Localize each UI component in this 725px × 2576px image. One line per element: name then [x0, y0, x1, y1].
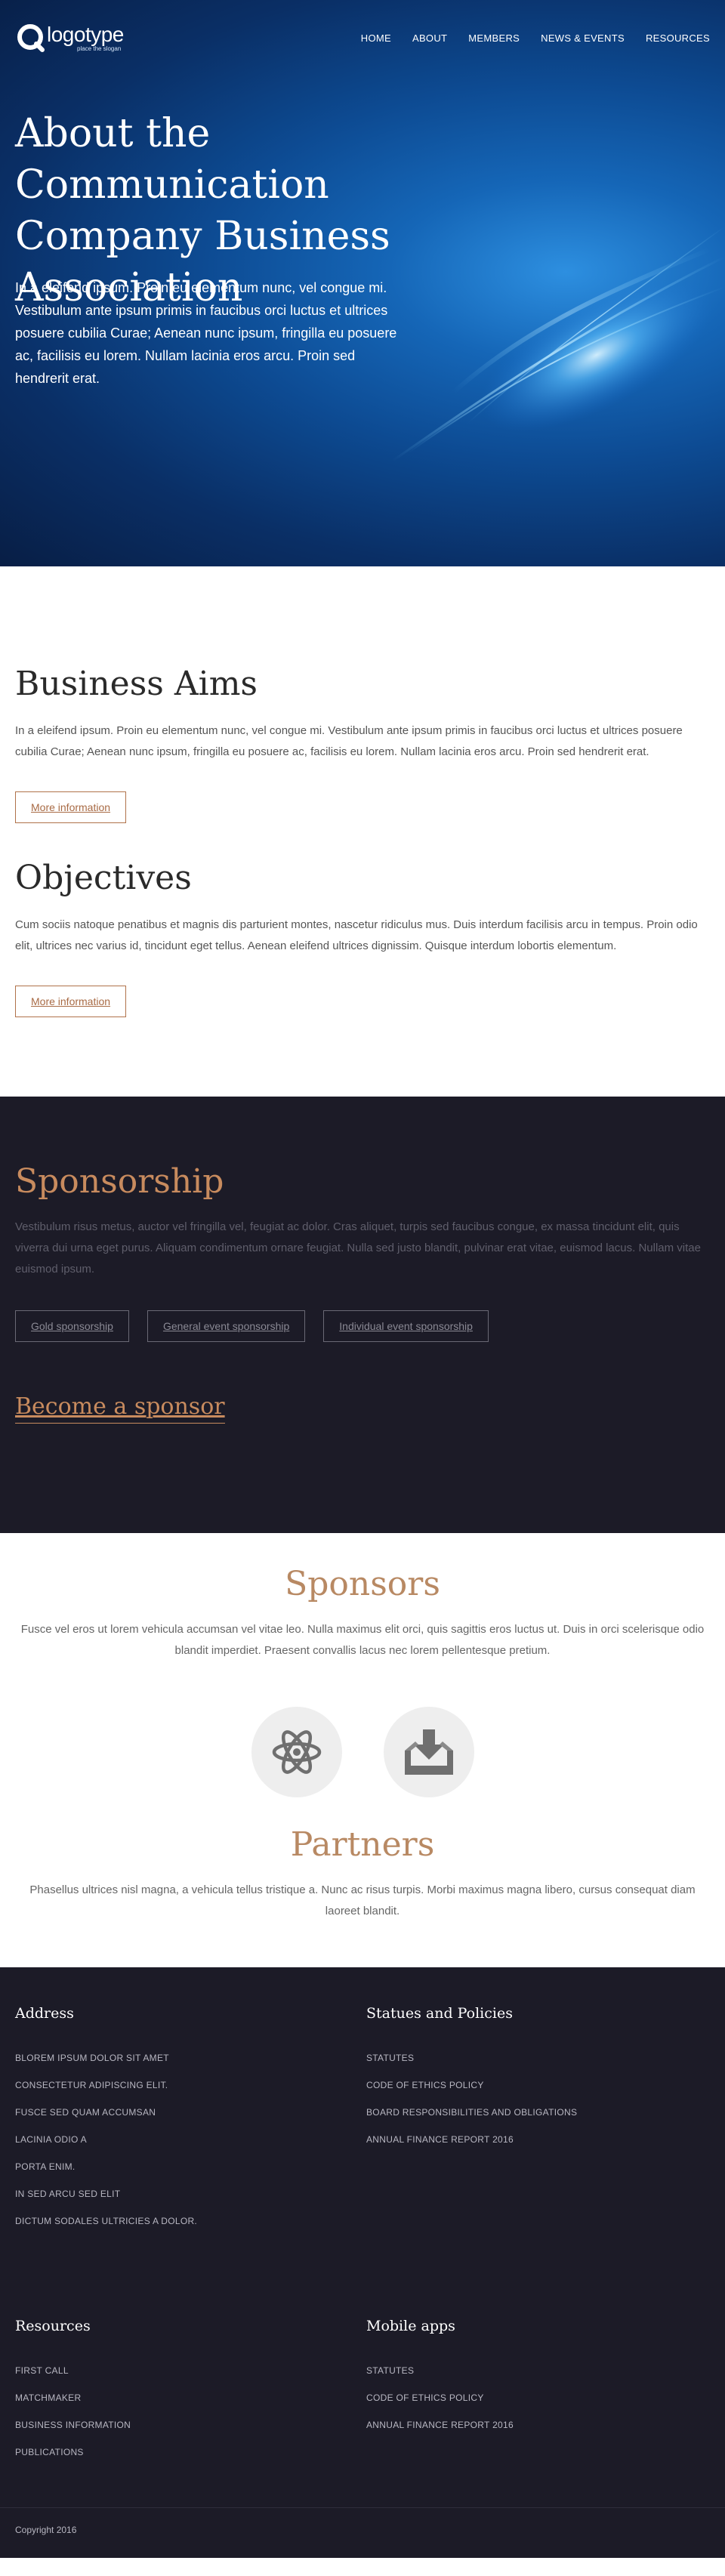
sponsorship-options: Gold sponsorship General event sponsorsh…	[15, 1310, 710, 1342]
sponsor-logo-atom[interactable]	[251, 1707, 342, 1797]
sponsors-heading: Sponsors	[285, 1565, 440, 1603]
sponsor-logo-download[interactable]	[383, 1707, 474, 1797]
logo-wordmark: logotype	[47, 22, 124, 46]
footer-statutes-heading: Statues and Policies	[366, 2005, 513, 2022]
business-aims-heading: Business Aims	[15, 665, 258, 703]
footer-mobile-heading: Mobile apps	[366, 2318, 455, 2334]
gold-sponsorship-button[interactable]: Gold sponsorship	[15, 1310, 129, 1342]
become-sponsor-link[interactable]: Become a sponsor	[15, 1393, 225, 1424]
footer-statutes: Statues and Policies STATUTES CODE OF ET…	[366, 2005, 710, 2235]
aims-more-info-button[interactable]: More information	[15, 791, 127, 823]
footer-address-heading: Address	[15, 2005, 74, 2022]
footer-resources: Resources FIRST CALL MATCHMAKER BUSINESS…	[15, 2318, 366, 2466]
hero-intro-text: In a eleifend ipsum. Proin eu elementum …	[15, 280, 397, 386]
business-aims-text: In a eleifend ipsum. Proin eu elementum …	[15, 724, 683, 758]
sponsorship-section: Sponsorship Vestibulum risus metus, auct…	[0, 1097, 725, 1533]
footer-link-matchmaker[interactable]: MATCHMAKER	[15, 2384, 366, 2411]
partners-heading: Partners	[290, 1825, 435, 1864]
individual-event-sponsorship-button[interactable]: Individual event sponsorship	[323, 1310, 489, 1342]
objectives-block: Objectives Cum sociis natoque penatibus …	[15, 857, 710, 1017]
objectives-text: Cum sociis natoque penatibus et magnis d…	[15, 918, 698, 952]
footer-mobile-apps: Mobile apps STATUTES CODE OF ETHICS POLI…	[366, 2318, 710, 2466]
footer-link-finance-report[interactable]: ANNUAL FINANCE REPORT 2016	[366, 2126, 710, 2153]
footer-address: Address BLOREM IPSUM DOLOR SIT AMET CONS…	[15, 2005, 366, 2235]
nav-item-news-events[interactable]: NEWS & EVENTS	[541, 32, 625, 44]
footer-link-statutes[interactable]: STATUTES	[366, 2044, 710, 2072]
address-line: PORTA ENIM.	[15, 2161, 76, 2172]
general-event-sponsorship-button[interactable]: General event sponsorship	[147, 1310, 306, 1342]
main-menu: HOME ABOUT MEMBERS NEWS & EVENTS RESOURC…	[361, 32, 710, 44]
download-tray-icon	[404, 1729, 453, 1775]
partners-text: Phasellus ultrices nisl magna, a vehicul…	[29, 1883, 696, 1917]
nav-item-home[interactable]: HOME	[361, 32, 391, 44]
footer-row-top: Address BLOREM IPSUM DOLOR SIT AMET CONS…	[15, 2005, 710, 2235]
logo-mark-icon	[17, 24, 45, 52]
address-line: LACINIA ODIO A	[15, 2134, 87, 2145]
footer-link-first-call[interactable]: FIRST CALL	[15, 2357, 366, 2384]
aims-section: Business Aims In a eleifend ipsum. Proin…	[0, 566, 725, 1097]
sponsors-section: Sponsors Fusce vel eros ut lorem vehicul…	[0, 1533, 725, 1967]
top-navigation: logotype place the slogan HOME ABOUT MEM…	[0, 0, 725, 76]
objectives-more-info-button[interactable]: More information	[15, 986, 127, 1017]
address-line: CONSECTETUR ADIPISCING ELIT.	[15, 2080, 168, 2090]
footer-link-board-responsibilities[interactable]: BOARD RESPONSIBILITIES AND OBLIGATIONS	[366, 2099, 710, 2126]
atom-icon	[272, 1730, 321, 1774]
footer-link-finance-report-mobile[interactable]: ANNUAL FINANCE REPORT 2016	[366, 2411, 710, 2439]
hero-section: logotype place the slogan HOME ABOUT MEM…	[0, 0, 725, 566]
address-line: DICTUM SODALES ULTRICIES A DOLOR.	[15, 2216, 198, 2226]
footer-link-publications[interactable]: PUBLICATIONS	[15, 2439, 366, 2466]
address-line: BLOREM IPSUM DOLOR SIT AMET	[15, 2053, 169, 2063]
sponsors-text: Fusce vel eros ut lorem vehicula accumsa…	[20, 1623, 705, 1657]
nav-item-about[interactable]: ABOUT	[412, 32, 447, 44]
sponsor-logos	[15, 1707, 710, 1797]
logo-slogan: place the slogan	[77, 45, 122, 52]
nav-item-resources[interactable]: RESOURCES	[646, 32, 710, 44]
footer-link-business-information[interactable]: BUSINESS INFORMATION	[15, 2411, 366, 2439]
address-line: IN SED ARCU SED ELIT	[15, 2189, 121, 2199]
objectives-heading: Objectives	[15, 859, 192, 897]
site-footer: Address BLOREM IPSUM DOLOR SIT AMET CONS…	[0, 1967, 725, 2558]
footer-resources-heading: Resources	[15, 2318, 91, 2334]
footer-link-ethics-policy-mobile[interactable]: CODE OF ETHICS POLICY	[366, 2384, 710, 2411]
sponsorship-text: Vestibulum risus metus, auctor vel fring…	[15, 1220, 701, 1276]
business-aims-block: Business Aims In a eleifend ipsum. Proin…	[15, 663, 710, 823]
nav-item-members[interactable]: MEMBERS	[468, 32, 520, 44]
footer-row-bottom: Resources FIRST CALL MATCHMAKER BUSINESS…	[15, 2318, 710, 2466]
partners-block: Partners Phasellus ultrices nisl magna, …	[15, 1824, 710, 1922]
footer-link-ethics-policy[interactable]: CODE OF ETHICS POLICY	[366, 2072, 710, 2099]
copyright: Copyright 2016	[0, 2507, 725, 2558]
address-line: FUSCE SED QUAM ACCUMSAN	[15, 2107, 156, 2118]
sponsorship-heading: Sponsorship	[15, 1162, 224, 1201]
logo[interactable]: logotype place the slogan	[15, 23, 124, 53]
footer-link-statutes-mobile[interactable]: STATUTES	[366, 2357, 710, 2384]
